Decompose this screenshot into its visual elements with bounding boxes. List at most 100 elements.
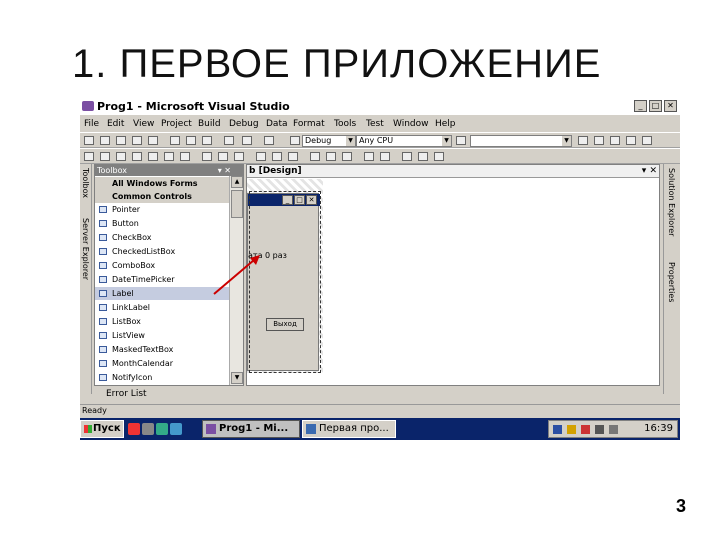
send-to-back-icon[interactable] [418,152,428,161]
same-width-icon[interactable] [202,152,212,161]
start-page-icon[interactable] [642,136,652,145]
align-rights-icon[interactable] [132,152,142,161]
align-to-grid-icon[interactable] [84,152,94,161]
tab-form-design[interactable]: b [Design] ▾ ✕ [247,165,659,178]
scroll-down-icon[interactable]: ▼ [231,372,243,384]
find-icon[interactable] [456,136,466,145]
toolbox-item-notifyicon[interactable]: NotifyIcon [95,371,229,384]
align-middles-icon[interactable] [164,152,174,161]
bring-to-front-icon[interactable] [402,152,412,161]
close-button[interactable]: ✕ [664,100,677,112]
device-icon[interactable] [609,425,618,434]
show-desktop-icon[interactable] [142,423,154,435]
toolbox-item-listview[interactable]: ListView [95,329,229,342]
toolbox-item-maskedtextbox[interactable]: MaskedTextBox [95,343,229,356]
error-list-tab[interactable]: Error List [94,388,244,400]
vertical-decrease-icon[interactable] [342,152,352,161]
browser-icon[interactable] [170,423,182,435]
menu-file[interactable]: File [84,119,99,129]
center-horizontally-icon[interactable] [364,152,374,161]
title-bar[interactable]: Prog1 - Microsoft Visual Studio _ □ ✕ [80,98,680,115]
save-icon[interactable] [132,136,142,145]
toolbox-item-pointer[interactable]: Pointer [95,203,229,216]
tab-server-explorer[interactable]: Server Explorer [81,218,90,280]
vertical-spacing-icon[interactable] [310,152,320,161]
paste-icon[interactable] [202,136,212,145]
toolbox-item-checkbox[interactable]: CheckBox [95,231,229,244]
configuration-select[interactable]: Debug ▼ [302,135,356,147]
align-centers-icon[interactable] [116,152,126,161]
start-debug-icon[interactable] [290,136,300,145]
volume-icon[interactable] [595,425,604,434]
solution-explorer-icon[interactable] [578,136,588,145]
tab-order-icon[interactable] [434,152,444,161]
taskbar-item-first[interactable]: Первая про... [302,420,396,438]
properties-icon[interactable] [594,136,604,145]
scroll-up-icon[interactable]: ▲ [231,176,243,188]
menu-test[interactable]: Test [366,119,384,129]
menu-help[interactable]: Help [435,119,456,129]
menu-project[interactable]: Project [161,119,192,129]
toolbox-header[interactable]: Toolbox ▾ ✕ [95,165,243,176]
decrease-spacing-icon[interactable] [288,152,298,161]
taskbar-item-prog1[interactable]: Prog1 - Mi... [202,420,300,438]
menu-tools[interactable]: Tools [334,119,356,129]
toolbox-item-label[interactable]: Label [95,287,229,300]
menu-edit[interactable]: Edit [107,119,124,129]
toolbox-category-common[interactable]: Common Controls [95,190,229,203]
open-file-icon[interactable] [116,136,126,145]
network-icon[interactable] [567,425,576,434]
menu-data[interactable]: Data [266,119,288,129]
toolbox-category-all[interactable]: All Windows Forms [95,177,229,190]
start-button[interactable]: Пуск [80,420,124,438]
horizontal-spacing-icon[interactable] [256,152,266,161]
tab-toolbox[interactable]: Toolbox [81,168,90,198]
toolbox-item-linklabel[interactable]: LinkLabel [95,301,229,314]
save-all-icon[interactable] [148,136,158,145]
same-height-icon[interactable] [218,152,228,161]
new-project-icon[interactable] [84,136,94,145]
language-icon[interactable] [553,425,562,434]
center-vertically-icon[interactable] [380,152,390,161]
tab-properties[interactable]: Properties [667,262,676,302]
toolbox-item-button[interactable]: Button [95,217,229,230]
object-browser-icon[interactable] [610,136,620,145]
tab-solution-explorer[interactable]: Solution Explorer [667,168,676,236]
scroll-thumb[interactable] [231,190,243,218]
toolbox-icon[interactable] [626,136,636,145]
menu-window[interactable]: Window [393,119,429,129]
menu-view[interactable]: View [133,119,154,129]
menu-format[interactable]: Format [293,119,325,129]
align-bottoms-icon[interactable] [180,152,190,161]
minimize-button[interactable]: _ [634,100,647,112]
toolbox-scrollbar[interactable]: ▲ ▼ [229,176,243,385]
toolbox-item-combobox[interactable]: ComboBox [95,259,229,272]
menu-debug[interactable]: Debug [229,119,259,129]
antivirus-icon[interactable] [581,425,590,434]
toolbox-panel: Toolbox ▾ ✕ All Windows Forms Common Con… [94,164,244,386]
find-input[interactable]: ▼ [470,135,572,147]
toolbox-item-listbox[interactable]: ListBox [95,315,229,328]
opera-icon[interactable] [128,423,140,435]
toolbox-item-datetimepicker[interactable]: DateTimePicker [95,273,229,286]
add-item-icon[interactable] [100,136,110,145]
undo-icon[interactable] [224,136,234,145]
align-tops-icon[interactable] [148,152,158,161]
tab-close-icon[interactable]: ▾ ✕ [642,165,657,178]
media-icon[interactable] [156,423,168,435]
platform-select[interactable]: Any CPU ▼ [356,135,452,147]
same-size-icon[interactable] [234,152,244,161]
toolbox-item-checkedlistbox[interactable]: CheckedListBox [95,245,229,258]
align-lefts-icon[interactable] [100,152,110,161]
maximize-button[interactable]: □ [649,100,662,112]
cut-icon[interactable] [170,136,180,145]
menu-build[interactable]: Build [198,119,221,129]
navigate-icon[interactable] [264,136,274,145]
copy-icon[interactable] [186,136,196,145]
increase-spacing-icon[interactable] [272,152,282,161]
toolbox-item-monthcalendar[interactable]: MonthCalendar [95,357,229,370]
vertical-increase-icon[interactable] [326,152,336,161]
pin-icon[interactable]: ▾ ✕ [218,165,231,176]
redo-icon[interactable] [242,136,252,145]
taskbar-item-label: Первая про... [319,423,389,434]
